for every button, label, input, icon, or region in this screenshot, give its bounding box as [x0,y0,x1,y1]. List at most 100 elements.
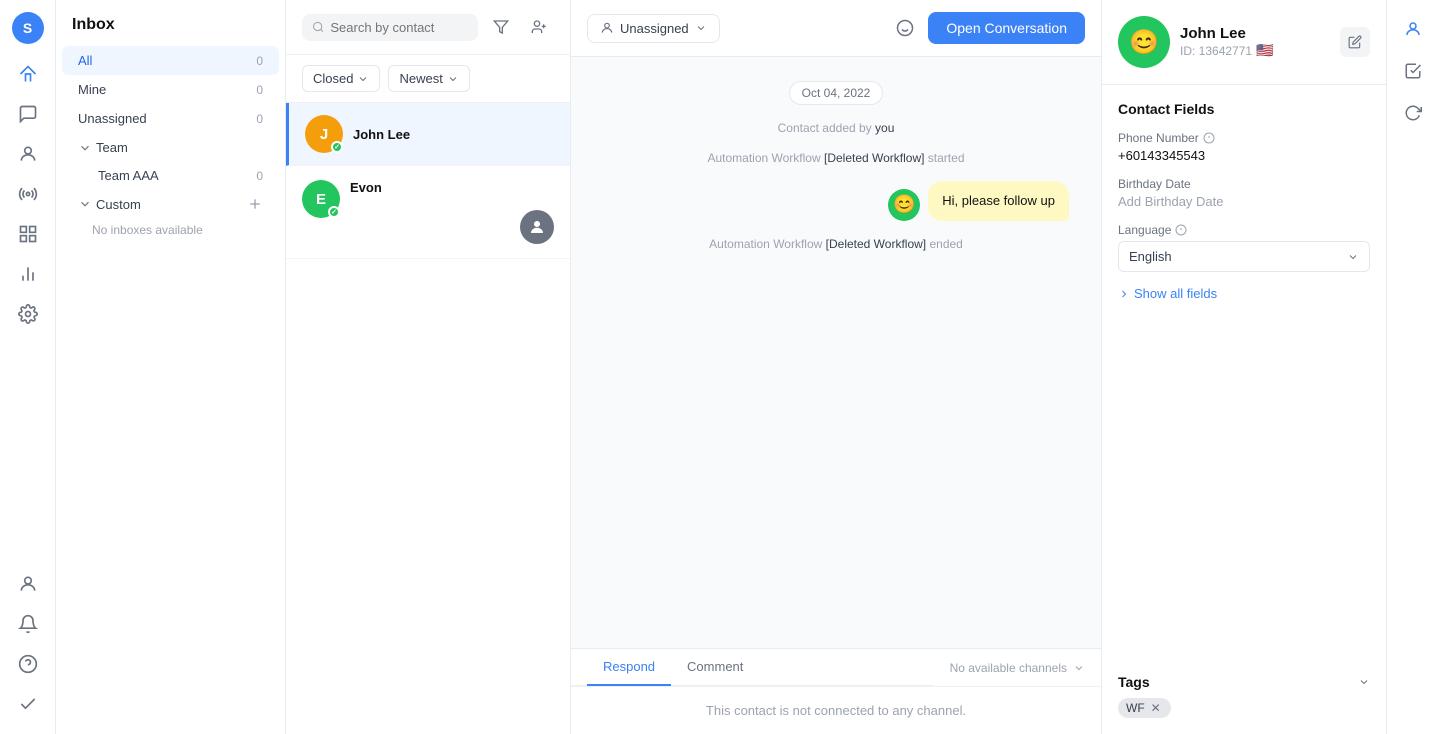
assign-dropdown[interactable]: Unassigned [587,14,720,43]
edit-contact-btn[interactable] [1340,27,1370,57]
search-icon [312,20,324,34]
footer-tabs-row: Respond Comment No available channels [571,649,1101,687]
add-icon[interactable] [247,196,263,212]
settings-icon[interactable] [10,296,46,332]
chevron-down-icon [447,73,459,85]
filter-icon-btn[interactable] [486,12,516,42]
grid-icon[interactable] [10,216,46,252]
conversation-list: Closed Newest J ✓ John Lee E ✓ Evon [286,0,571,734]
status-dot-john-lee: ✓ [331,141,343,153]
notification-icon[interactable] [10,606,46,642]
system-msg-1: Contact added by you [603,121,1069,135]
sort-filter-btn[interactable]: Newest [388,65,469,92]
sidebar: Inbox All 0 Mine 0 Unassigned 0 Team Tea… [56,0,286,734]
footer-body: This contact is not connected to any cha… [571,687,1101,734]
chevron-down-icon [1073,662,1085,674]
conversations-icon[interactable] [10,96,46,132]
conv-item-evon[interactable]: E ✓ Evon [286,166,570,259]
conv-list-header [286,0,570,55]
chat-body: Oct 04, 2022 Contact added by you Automa… [571,57,1101,648]
chevron-down-icon [1358,676,1370,688]
sidebar-item-unassigned[interactable]: Unassigned 0 [62,104,279,133]
broadcast-icon[interactable] [10,176,46,212]
sidebar-item-team-aaa[interactable]: Team AAA 0 [62,162,279,189]
help-icon[interactable] [10,646,46,682]
contact-id: ID: 13642771 🇺🇸 [1180,42,1330,59]
tag-remove-wf[interactable]: ✕ [1149,701,1163,715]
footer-tabs: Respond Comment [571,649,934,686]
msg-bubble-sent: Hi, please follow up [928,181,1069,221]
sidebar-team-section[interactable]: Team [62,133,279,162]
contact-icon [1404,20,1422,38]
right-actions [1340,27,1370,57]
status-dot-evon: ✓ [328,206,340,218]
emoji-btn[interactable] [890,13,920,43]
tab-respond[interactable]: Respond [587,649,671,686]
conv-info-evon: Evon [350,180,554,195]
tab-comment[interactable]: Comment [671,649,759,686]
chart-icon[interactable] [10,256,46,292]
contacts-icon[interactable] [10,136,46,172]
far-right-contact-btn[interactable] [1396,12,1430,46]
user-avatar[interactable]: S [12,12,44,44]
main-icon-rail: S [0,0,56,734]
phone-field-label: Phone Number [1118,131,1370,145]
contact-fields: Contact Fields Phone Number +60143345543… [1102,85,1386,674]
contact-header: 😊 John Lee ID: 13642771 🇺🇸 [1102,0,1386,85]
filter-icon [493,19,509,35]
sender-avatar: 😊 [888,189,920,221]
chevron-down-icon [78,197,92,211]
chevron-right-icon [1118,288,1130,300]
header-actions: Open Conversation [890,12,1085,44]
home-icon[interactable] [10,56,46,92]
contact-info: John Lee ID: 13642771 🇺🇸 [1180,25,1330,59]
conv-info-john-lee: John Lee [353,127,554,142]
footer-channels: No available channels [934,653,1101,683]
sidebar-item-mine[interactable]: Mine 0 [62,75,279,104]
date-badge: Oct 04, 2022 [789,81,884,105]
right-panel: 😊 John Lee ID: 13642771 🇺🇸 Contact Field… [1101,0,1386,734]
chevron-down-icon [78,141,92,155]
search-input[interactable] [330,20,468,35]
contact-name: John Lee [1180,25,1330,42]
birthday-field-label: Birthday Date [1118,177,1370,191]
info-icon [1203,132,1215,144]
language-select[interactable]: English [1118,241,1370,272]
add-contact-btn[interactable] [524,12,554,42]
far-right-history-btn[interactable] [1396,54,1430,88]
sidebar-custom-section[interactable]: Custom [62,189,279,219]
msg-row-sent: Hi, please follow up 😊 [603,181,1069,221]
conv-item-john-lee[interactable]: J ✓ John Lee [286,103,570,166]
info-icon [1175,224,1187,236]
sidebar-item-all[interactable]: All 0 [62,46,279,75]
person-icon[interactable] [10,566,46,602]
sidebar-title: Inbox [56,16,285,46]
chat-footer: Respond Comment No available channels Th… [571,648,1101,734]
show-all-fields-link[interactable]: Show all fields [1118,286,1370,301]
conv-avatar-john-lee: J ✓ [305,115,343,153]
birthday-field-placeholder[interactable]: Add Birthday Date [1118,194,1370,209]
chat-main: Unassigned Open Conversation Oct 04, 202… [571,0,1101,734]
tags-label: Tags [1118,674,1370,690]
history-icon [1404,62,1422,80]
phone-field-row: Phone Number +60143345543 [1118,131,1370,163]
conv-filters: Closed Newest [286,55,570,103]
language-field-row: Language English [1118,223,1370,272]
far-right-info-btn[interactable] [1396,96,1430,130]
birthday-field-row: Birthday Date Add Birthday Date [1118,177,1370,209]
system-msg-2: Automation Workflow [Deleted Workflow] s… [603,151,1069,165]
tag-wf: WF ✕ [1118,698,1171,718]
tags-section: Tags WF ✕ [1102,674,1386,734]
check-icon[interactable] [10,686,46,722]
status-filter-btn[interactable]: Closed [302,65,380,92]
flag-icon: 🇺🇸 [1256,42,1273,59]
language-field-label: Language [1118,223,1370,237]
search-box [302,14,478,41]
chevron-down-icon [1347,251,1359,263]
system-msg-3: Automation Workflow [Deleted Workflow] e… [603,237,1069,251]
open-conversation-btn[interactable]: Open Conversation [928,12,1085,44]
refresh-icon [1404,104,1422,122]
chevron-down-icon [695,22,707,34]
chevron-down-icon [357,73,369,85]
user-icon [600,21,614,35]
